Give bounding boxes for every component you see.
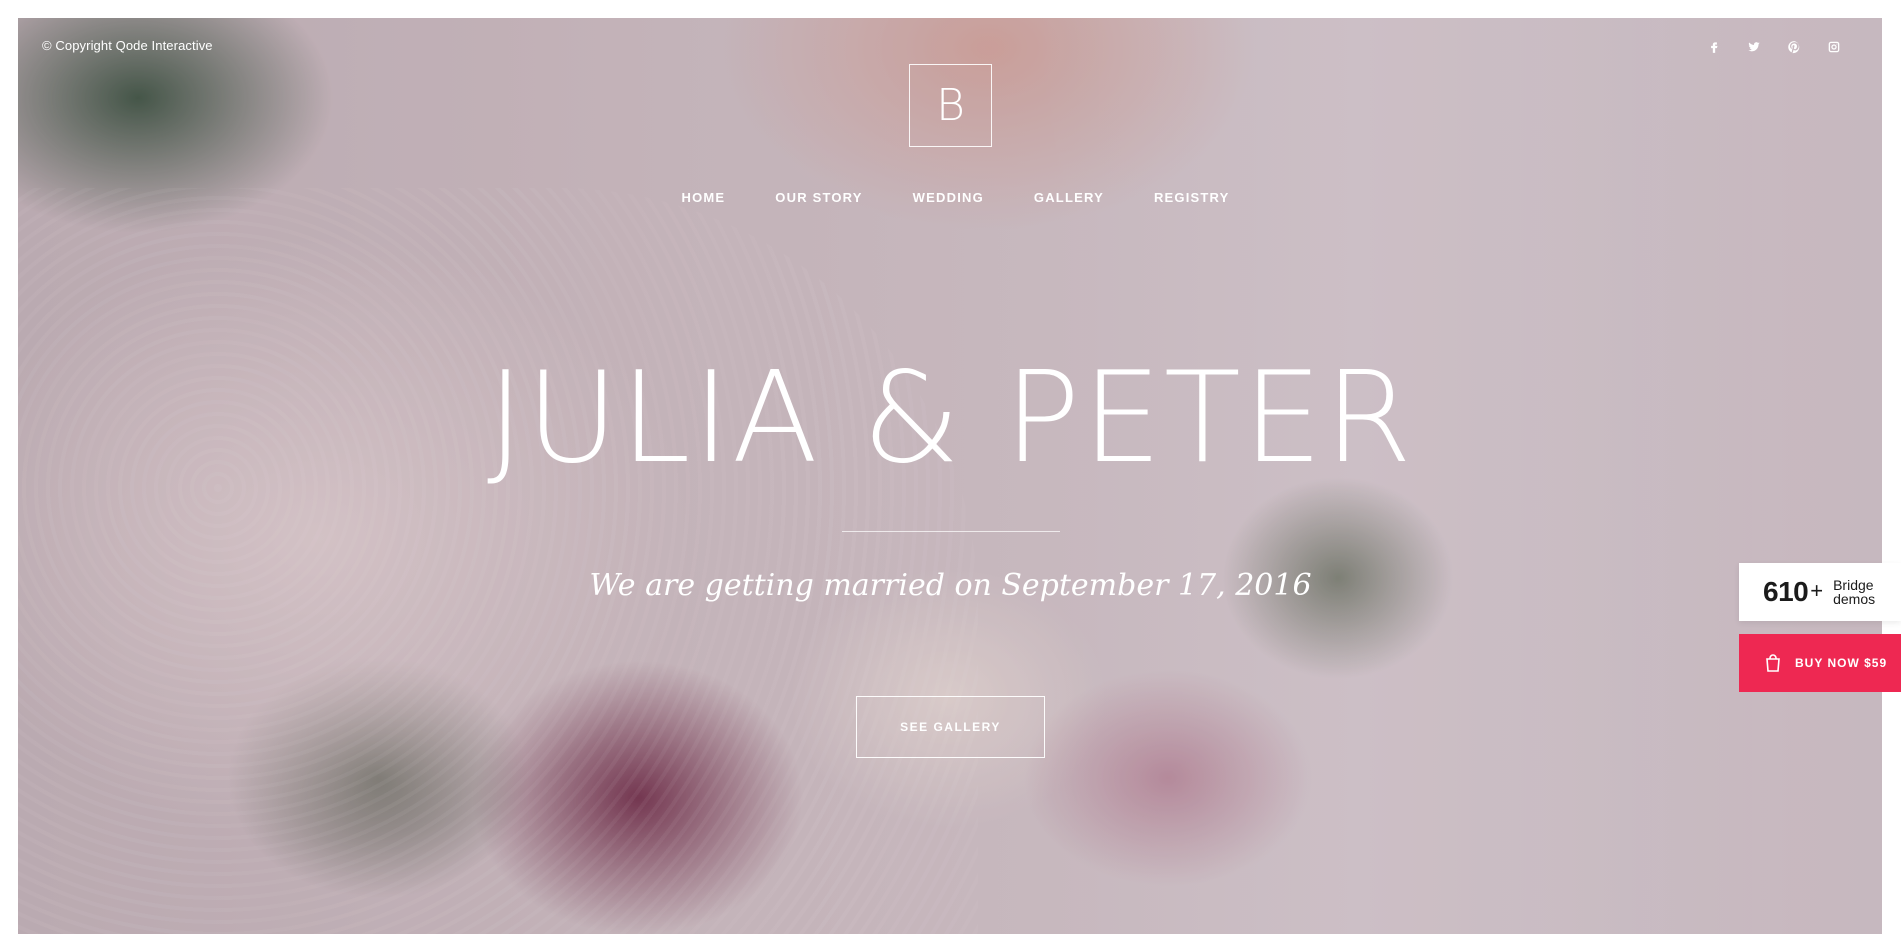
site-logo[interactable]: B <box>909 64 992 147</box>
main-navigation: HOME OUR STORY WEDDING GALLERY REGISTRY <box>0 190 1901 205</box>
buy-now-label: BUY NOW $59 <box>1795 656 1888 670</box>
see-gallery-button[interactable]: SEE GALLERY <box>856 696 1045 758</box>
hero-title: JULIA & PETER <box>486 344 1414 491</box>
demos-count-card[interactable]: 610 + Bridge demos <box>1739 563 1901 621</box>
nav-item-gallery[interactable]: GALLERY <box>1034 190 1104 205</box>
instagram-icon[interactable] <box>1825 38 1843 56</box>
demos-label: Bridge demos <box>1833 578 1875 606</box>
nav-item-our-story[interactable]: OUR STORY <box>775 190 862 205</box>
twitter-icon[interactable] <box>1745 38 1763 56</box>
nav-item-registry[interactable]: REGISTRY <box>1154 190 1230 205</box>
demos-plus: + <box>1810 578 1824 603</box>
nav-item-home[interactable]: HOME <box>681 190 725 205</box>
hero-subtitle: We are getting married on September 17, … <box>589 568 1312 603</box>
copyright-text: © Copyright Qode Interactive <box>42 38 213 53</box>
demos-label-line2: demos <box>1833 591 1876 607</box>
pinterest-icon[interactable] <box>1785 38 1803 56</box>
facebook-icon[interactable] <box>1705 38 1723 56</box>
social-icons <box>1705 38 1843 56</box>
logo-letter: B <box>936 80 965 131</box>
nav-item-wedding[interactable]: WEDDING <box>913 190 984 205</box>
hero-divider <box>842 531 1060 532</box>
lace-dress-area <box>18 188 978 934</box>
shopping-bag-icon <box>1766 654 1780 672</box>
demos-count: 610 <box>1763 576 1809 607</box>
buy-now-button[interactable]: BUY NOW $59 <box>1739 634 1901 692</box>
